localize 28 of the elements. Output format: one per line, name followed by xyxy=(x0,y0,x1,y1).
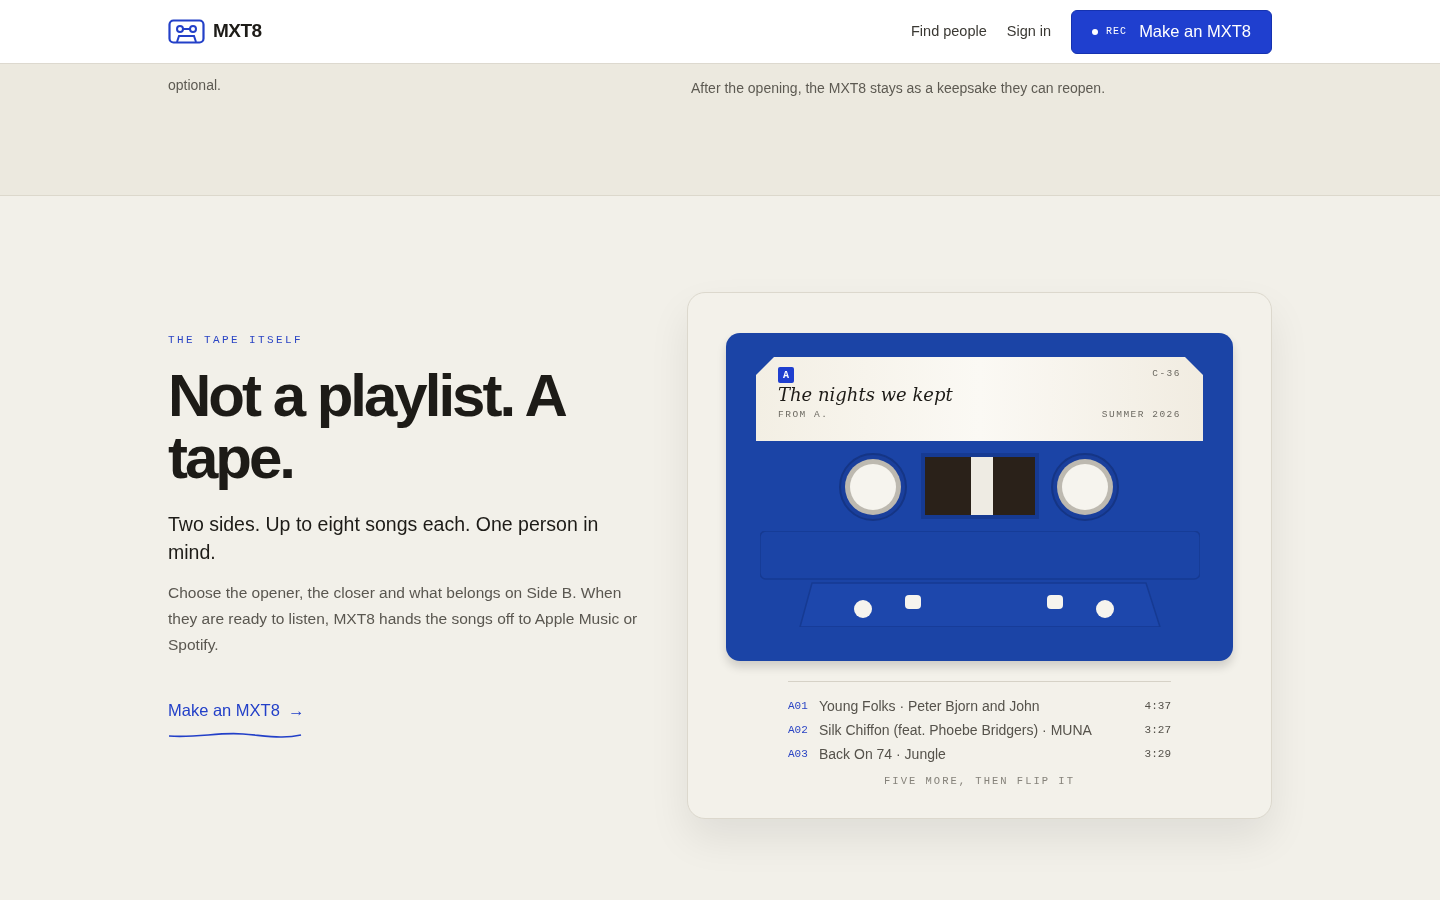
description-text: Choose the opener, the closer and what belongs on Side B. When they are ready to listen, MXT8 hands the songs off to Apple Music or Spotify. xyxy=(168,582,639,655)
brand-name[interactable]: MXT8 xyxy=(213,17,262,46)
wavy-underline-icon xyxy=(168,730,302,739)
make-mxt8-button[interactable]: REC Make an MXT8 xyxy=(1071,9,1272,54)
track-duration: 3:29 xyxy=(1144,746,1171,762)
tape-date: SUMMER 2026 xyxy=(1101,408,1181,422)
nav-link[interactable]: Sign in xyxy=(1006,20,1052,43)
subheading: Two sides. Up to eight songs each. One person in mind. xyxy=(168,512,600,565)
keepsake-text: After the opening, the MXT8 stays as a keepsake they can reopen. xyxy=(691,79,1106,98)
track-title: Silk Chiffon (feat. Phoebe Bridgers) · MUNA xyxy=(819,720,1093,740)
track-title: Back On 74 · Jungle xyxy=(819,744,947,764)
tape-sender: FROM A. xyxy=(778,408,829,422)
tape-title: The nights we kept xyxy=(778,383,954,407)
track-duration: 3:27 xyxy=(1144,722,1171,738)
intro-text: optional. xyxy=(168,76,222,95)
track-title: Young Folks · Peter Bjorn and John xyxy=(819,696,1041,716)
tracklist-footer: FIVE MORE, THEN FLIP IT xyxy=(726,774,1233,790)
nav-link[interactable]: Find people xyxy=(911,20,987,43)
tape-type: C-36 xyxy=(1152,367,1181,381)
section-heading: Not a playlist. A tape. xyxy=(168,364,565,490)
eyebrow-text: THE TAPE ITSELF xyxy=(168,333,305,349)
side-badge: A xyxy=(778,367,794,383)
make-mxt8-link[interactable]: Make an MXT8 → xyxy=(168,697,305,723)
track-duration: 4:37 xyxy=(1144,698,1171,714)
cassette-logo-icon xyxy=(168,19,205,44)
track-code: A03 xyxy=(788,746,809,762)
track-code: A01 xyxy=(788,698,809,714)
track-code: A02 xyxy=(788,722,809,738)
